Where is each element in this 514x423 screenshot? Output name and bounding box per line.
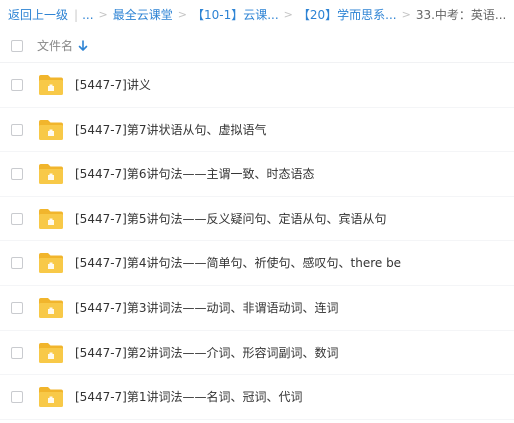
file-name: [5447-7]第5讲句法——反义疑问句、定语从句、宾语从句 bbox=[75, 211, 387, 226]
row-checkbox[interactable] bbox=[11, 79, 23, 91]
list-item[interactable]: [5447-7]第3讲词法——动词、非谓语动词、连词 bbox=[0, 286, 514, 331]
row-checkbox[interactable] bbox=[11, 301, 23, 314]
select-all-checkbox[interactable] bbox=[11, 40, 23, 52]
folder-icon bbox=[39, 297, 63, 318]
list-item[interactable]: [5447-7]第1讲词法——名词、冠词、代词 bbox=[0, 375, 514, 420]
row-checkbox[interactable] bbox=[11, 257, 23, 270]
file-name: [5447-7]第1讲词法——名词、冠词、代词 bbox=[75, 390, 303, 405]
folder-icon bbox=[39, 75, 63, 95]
folder-icon bbox=[39, 253, 63, 274]
breadcrumb-item-1[interactable]: 最全云课堂 bbox=[113, 0, 173, 30]
row-checkbox[interactable] bbox=[11, 391, 23, 404]
chevron-right-icon: > bbox=[98, 8, 108, 21]
row-checkbox[interactable] bbox=[11, 123, 23, 136]
breadcrumb-ellipsis[interactable]: ... bbox=[82, 0, 93, 30]
chevron-right-icon: > bbox=[177, 8, 187, 21]
list-item[interactable]: [5447-7]第6讲句法——主谓一致、时态语态 bbox=[0, 152, 514, 197]
back-link[interactable]: 返回上一级 bbox=[8, 0, 68, 30]
file-name: [5447-7]讲义 bbox=[75, 78, 151, 92]
file-list-header: 文件名 bbox=[0, 30, 514, 63]
folder-icon bbox=[39, 342, 63, 363]
folder-icon bbox=[39, 164, 63, 185]
row-checkbox[interactable] bbox=[11, 346, 23, 359]
list-item[interactable]: [5447-7]讲义 bbox=[0, 63, 514, 108]
file-name: [5447-7]第2讲词法——介词、形容词副词、数词 bbox=[75, 345, 339, 360]
list-item[interactable]: [5447-7]第4讲句法——简单句、祈使句、感叹句、there be bbox=[0, 241, 514, 286]
chevron-right-icon: > bbox=[283, 8, 293, 21]
file-name: [5447-7]第6讲句法——主谓一致、时态语态 bbox=[75, 167, 315, 182]
row-checkbox[interactable] bbox=[11, 212, 23, 225]
list-item[interactable]: [5447-7]第7讲状语从句、虚拟语气 bbox=[0, 108, 514, 153]
folder-icon bbox=[39, 119, 63, 140]
name-column-label: 文件名 bbox=[37, 39, 74, 53]
breadcrumb-current: 33.中考：英语... bbox=[415, 8, 507, 22]
file-browser: 返回上一级 | ... > 最全云课堂 > 【10-1】云课... > 【20】… bbox=[0, 0, 514, 423]
breadcrumb-item-2[interactable]: 【10-1】云课... bbox=[192, 0, 279, 30]
row-checkbox[interactable] bbox=[11, 168, 23, 181]
file-name: [5447-7]第7讲状语从句、虚拟语气 bbox=[75, 122, 267, 137]
list-item[interactable]: [5447-7]第2讲词法——介词、形容词副词、数词 bbox=[0, 331, 514, 376]
folder-icon bbox=[39, 208, 63, 229]
file-name: [5447-7]第4讲句法——简单句、祈使句、感叹句、there be bbox=[75, 256, 402, 271]
folder-icon bbox=[39, 387, 63, 408]
file-name: [5447-7]第3讲词法——动词、非谓语动词、连词 bbox=[75, 300, 339, 315]
name-column-header[interactable]: 文件名 bbox=[37, 30, 88, 62]
file-list: [5447-7]讲义 [5447-7]第7讲状语从句、虚拟语气 [5447-7]… bbox=[0, 63, 514, 420]
breadcrumb-divider: | bbox=[74, 8, 79, 22]
breadcrumb: 返回上一级 | ... > 最全云课堂 > 【10-1】云课... > 【20】… bbox=[8, 0, 514, 30]
chevron-right-icon: > bbox=[401, 8, 411, 21]
list-item[interactable]: [5447-7]第5讲句法——反义疑问句、定语从句、宾语从句 bbox=[0, 197, 514, 242]
breadcrumb-item-3[interactable]: 【20】学而思系... bbox=[298, 0, 397, 30]
sort-arrow-down-icon bbox=[78, 40, 88, 51]
